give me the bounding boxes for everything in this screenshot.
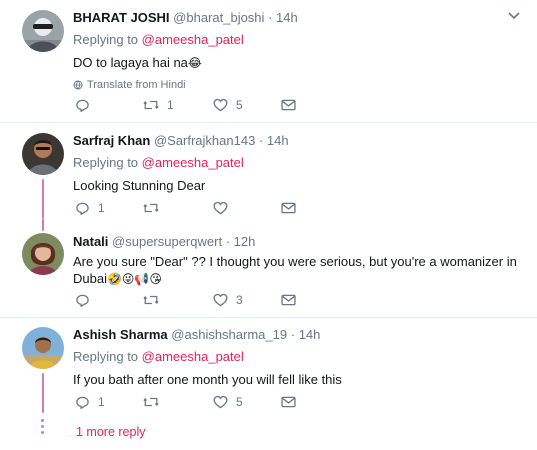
- tweet-text: Looking Stunning Dear: [73, 178, 206, 193]
- separator-dot: ·: [268, 10, 273, 25]
- display-name[interactable]: Natali: [73, 234, 108, 249]
- tweet-header: Sarfraj Khan @Sarfrajkhan143 · 14h: [73, 132, 527, 149]
- avatar[interactable]: [22, 10, 64, 52]
- timestamp[interactable]: 14h: [267, 133, 289, 148]
- like-button[interactable]: [213, 200, 236, 216]
- emoji: 🤣😜📢😘: [106, 272, 162, 286]
- mention-link[interactable]: @ameesha_patel: [142, 349, 244, 364]
- show-more-replies-link[interactable]: 1 more reply: [76, 425, 145, 439]
- like-button[interactable]: 5: [213, 97, 243, 113]
- reply-icon: [76, 396, 89, 409]
- replying-to: Replying to @ameesha_patel: [73, 349, 527, 365]
- translate-label: Translate from Hindi: [87, 79, 186, 91]
- thread-continuation-dots: [41, 419, 45, 437]
- translate-link[interactable]: Translate from Hindi: [73, 79, 527, 91]
- separator-dot: ·: [290, 327, 296, 342]
- reply-button[interactable]: 1: [75, 394, 105, 410]
- tweet-text: If you bath after one month you will fel…: [73, 372, 342, 387]
- tweet-actions: 3: [73, 292, 313, 308]
- tweet-body-line: Are you sure "Dear" ?? I thought you wer…: [73, 254, 517, 269]
- mention-link[interactable]: @ameesha_patel: [142, 155, 244, 170]
- direct-message-button[interactable]: [281, 97, 296, 113]
- display-name[interactable]: Ashish Sharma: [73, 327, 168, 342]
- display-name[interactable]: BHARAT JOSHI: [73, 10, 170, 25]
- timestamp[interactable]: 12h: [234, 234, 256, 249]
- tweet-actions: 1 5: [73, 394, 313, 410]
- heart-icon: [213, 293, 228, 307]
- thread-line: [42, 219, 44, 231]
- reply-button[interactable]: 1: [75, 200, 105, 216]
- avatar[interactable]: [22, 133, 64, 175]
- tweet-actions: 1 5: [73, 97, 313, 113]
- replying-to: Replying to @ameesha_patel: [73, 32, 527, 48]
- envelope-icon: [281, 396, 296, 408]
- display-name[interactable]: Sarfraj Khan: [73, 133, 150, 148]
- retweet-icon: [143, 203, 159, 213]
- tweet-sarfraj-khan[interactable]: Sarfraj Khan @Sarfrajkhan143 · 14h Reply…: [0, 123, 537, 219]
- globe-icon: [73, 80, 83, 90]
- chevron-down-icon[interactable]: [507, 11, 521, 21]
- user-handle[interactable]: @bharat_bjoshi: [173, 10, 264, 25]
- retweet-button[interactable]: [143, 200, 167, 216]
- thread-line: [42, 179, 44, 219]
- tweet-natali[interactable]: Natali @supersuperqwert · 12h Are you su…: [0, 219, 537, 317]
- separator-dot: ·: [225, 234, 231, 249]
- replying-prefix: Replying to: [73, 155, 139, 170]
- envelope-icon: [281, 294, 296, 306]
- reply-button[interactable]: [75, 292, 98, 308]
- user-handle[interactable]: @supersuperqwert: [112, 234, 222, 249]
- envelope-icon: [281, 99, 296, 111]
- direct-message-button[interactable]: [281, 200, 296, 216]
- heart-icon: [213, 395, 228, 409]
- retweet-button[interactable]: 1: [143, 97, 174, 113]
- tweet-actions: 1: [73, 200, 313, 216]
- thread-line: [42, 373, 44, 413]
- like-button[interactable]: 3: [213, 292, 243, 308]
- tweet-header: BHARAT JOSHI @bharat_bjoshi · 14h: [73, 9, 527, 26]
- user-handle[interactable]: @Sarfrajkhan143: [154, 133, 255, 148]
- retweet-icon: [143, 295, 159, 305]
- tweet-header: Natali @supersuperqwert · 12h: [73, 233, 527, 250]
- replying-prefix: Replying to: [73, 349, 139, 364]
- emoji: 😂: [187, 56, 202, 70]
- heart-icon: [213, 201, 228, 215]
- like-count: 5: [236, 98, 243, 112]
- like-button[interactable]: 5: [213, 394, 243, 410]
- separator-dot: ·: [258, 133, 264, 148]
- timestamp[interactable]: 14h: [299, 327, 321, 342]
- mention-link[interactable]: @ameesha_patel: [142, 32, 244, 47]
- tweet-bharat-joshi[interactable]: BHARAT JOSHI @bharat_bjoshi · 14h Replyi…: [0, 0, 537, 122]
- direct-message-button[interactable]: [281, 394, 296, 410]
- direct-message-button[interactable]: [281, 292, 296, 308]
- avatar[interactable]: [22, 327, 64, 369]
- replying-prefix: Replying to: [73, 32, 139, 47]
- tweet-ashish-sharma[interactable]: Ashish Sharma @ashishsharma_19 · 14h Rep…: [0, 318, 537, 450]
- reply-button[interactable]: [75, 97, 98, 113]
- retweet-icon: [143, 397, 159, 407]
- reply-icon: [76, 202, 89, 215]
- envelope-icon: [281, 202, 296, 214]
- replying-to: Replying to @ameesha_patel: [73, 155, 527, 171]
- tweet-text: Are you sure "Dear" ?? I thought you wer…: [73, 253, 527, 288]
- avatar[interactable]: [22, 233, 64, 275]
- retweet-count: 1: [167, 98, 174, 112]
- user-handle[interactable]: @ashishsharma_19: [171, 327, 287, 342]
- reply-count: 1: [98, 201, 105, 215]
- reply-count: 1: [98, 395, 105, 409]
- like-count: 5: [236, 395, 243, 409]
- like-count: 3: [236, 293, 243, 307]
- reply-icon: [76, 99, 89, 112]
- retweet-button[interactable]: [143, 394, 167, 410]
- tweet-body: DO to lagaya hai na: [73, 55, 188, 70]
- retweet-button[interactable]: [143, 292, 167, 308]
- tweet-header: Ashish Sharma @ashishsharma_19 · 14h: [73, 326, 527, 343]
- reply-icon: [76, 294, 89, 307]
- heart-icon: [213, 98, 228, 112]
- timestamp[interactable]: 14h: [276, 10, 298, 25]
- tweet-text: DO to lagaya hai na😂: [73, 54, 527, 72]
- tweet-body-line: Dubai: [73, 271, 107, 286]
- retweet-icon: [143, 100, 159, 110]
